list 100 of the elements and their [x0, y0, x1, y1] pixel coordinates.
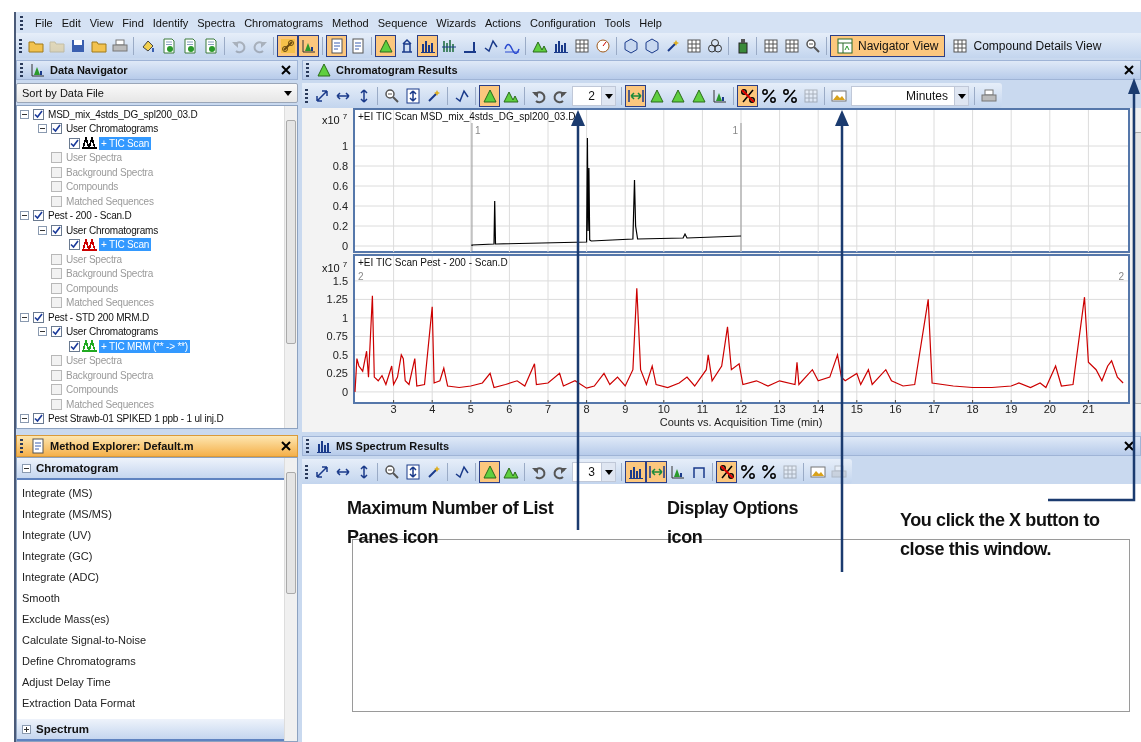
no-percent-button[interactable]	[737, 84, 758, 107]
peak-icon	[690, 87, 707, 104]
checkbox[interactable]	[33, 413, 44, 425]
checkbox[interactable]	[33, 210, 44, 222]
scrollbar-thumb[interactable]	[286, 120, 296, 344]
peak-button[interactable]	[479, 84, 500, 107]
grip-handle[interactable]	[305, 88, 308, 103]
explorer-item[interactable]: Integrate (GC)	[17, 545, 284, 566]
gauge-icon	[594, 37, 611, 54]
explorer-item[interactable]: Define Chromatograms	[17, 650, 284, 671]
menu-item[interactable]: Spectra	[197, 16, 236, 29]
scrollbar-thumb[interactable]	[286, 472, 296, 594]
menu-item[interactable]: Actions	[485, 16, 522, 29]
menu-item[interactable]: Wizards	[436, 16, 476, 29]
peak-button[interactable]	[375, 34, 396, 57]
grip-handle[interactable]	[19, 38, 22, 53]
explorer-item[interactable]: Exclude Mass(es)	[17, 608, 284, 629]
page-badge-icon	[202, 37, 219, 54]
explorer-item[interactable]: Adjust Delay Time	[17, 671, 284, 692]
close-icon[interactable]	[1124, 65, 1134, 75]
bars-button[interactable]	[417, 34, 438, 57]
scrollbar[interactable]	[284, 106, 297, 428]
explorer-item[interactable]: Integrate (MS)	[17, 482, 284, 503]
checkbox[interactable]	[69, 137, 80, 149]
scrollbar-thumb[interactable]	[1134, 132, 1141, 404]
menu-item[interactable]: Configuration	[530, 16, 596, 29]
checkbox[interactable]	[51, 326, 62, 338]
grip-handle[interactable]	[20, 15, 23, 30]
tree-item[interactable]: User Chromatograms	[64, 223, 160, 237]
tree-item[interactable]: Pest - STD 200 MRM.D	[46, 310, 152, 324]
menu-item[interactable]: Tools	[604, 16, 631, 29]
chart-button[interactable]	[298, 34, 319, 57]
collapse-icon[interactable]	[38, 327, 47, 337]
scrollbar[interactable]	[284, 458, 297, 741]
close-icon[interactable]	[1124, 441, 1134, 451]
menu-item[interactable]: View	[89, 16, 114, 29]
grip-handle[interactable]	[306, 63, 309, 77]
explorer-item[interactable]: Extraction Data Format	[17, 692, 284, 713]
fit-h-button[interactable]	[625, 84, 646, 107]
checkbox[interactable]	[69, 340, 80, 352]
menu-item[interactable]: Sequence	[377, 16, 428, 29]
tree-item[interactable]: User Chromatograms	[64, 325, 160, 339]
checkbox[interactable]	[69, 239, 80, 251]
fit-h-icon	[627, 87, 644, 104]
checkbox[interactable]	[33, 108, 44, 120]
collapse-icon[interactable]	[20, 312, 29, 322]
plot-title: +EI TIC Scan Pest - 200 - Scan.D	[358, 257, 508, 268]
axis-tick-label: 1	[341, 140, 348, 152]
collapse-icon[interactable]	[38, 124, 47, 134]
axis-tick-label: 17	[927, 403, 941, 415]
menu-item[interactable]: Method	[332, 16, 369, 29]
axis-tick-label: 0	[341, 240, 348, 252]
axis-tick-label: 20	[1043, 403, 1056, 415]
grip-handle[interactable]	[20, 63, 23, 77]
dropdown[interactable]: Minutes	[851, 85, 969, 106]
checkbox[interactable]	[33, 311, 44, 323]
link-button[interactable]	[277, 34, 298, 57]
tree-item[interactable]: MSD_mix_4stds_DG_spl200_03.D	[46, 107, 200, 121]
menu-item[interactable]: Chromatograms	[244, 16, 323, 29]
grip-handle[interactable]	[305, 464, 308, 479]
peak-button[interactable]	[479, 460, 500, 483]
menu-item[interactable]: Help	[639, 16, 662, 29]
checkbox[interactable]	[51, 224, 62, 236]
document-button[interactable]	[326, 34, 347, 57]
checkbox[interactable]	[51, 123, 62, 135]
close-icon[interactable]	[281, 65, 291, 75]
collapse-icon[interactable]	[20, 109, 29, 119]
menu-item[interactable]: Find	[122, 16, 144, 29]
tree-item[interactable]: Pest - 200 - Scan.D	[46, 209, 134, 223]
view-button[interactable]: Compound Details View	[945, 34, 1109, 57]
explorer-item[interactable]: Smooth	[17, 587, 284, 608]
collapse-icon[interactable]	[20, 414, 29, 424]
pane-title: MS Spectrum Results	[336, 440, 450, 452]
dropdown[interactable]: 3	[572, 461, 616, 482]
view-button[interactable]: Navigator View	[830, 34, 946, 57]
axis-tick-label: 1.5	[332, 274, 348, 287]
menu-item[interactable]: Identify	[152, 16, 189, 29]
close-icon[interactable]	[281, 441, 291, 451]
grip-handle[interactable]	[306, 439, 309, 453]
section-header[interactable]: Spectrum	[17, 719, 284, 741]
dropdown[interactable]: 2	[572, 85, 616, 106]
section-header[interactable]: Chromatogram	[17, 458, 284, 480]
collapse-icon[interactable]	[38, 225, 47, 235]
bars-button[interactable]	[625, 460, 646, 483]
fit-h-button[interactable]	[646, 460, 667, 483]
caret-icon	[957, 91, 966, 100]
explorer-item[interactable]: Integrate (MS/MS)	[17, 503, 284, 524]
no-percent-button[interactable]	[716, 460, 737, 483]
explorer-item[interactable]: Integrate (ADC)	[17, 566, 284, 587]
sort-dropdown[interactable]: Sort by Data File	[16, 83, 298, 103]
tree-item[interactable]: User Chromatograms	[64, 122, 160, 136]
explorer-item[interactable]: Calculate Signal-to-Noise	[17, 629, 284, 650]
explorer-item[interactable]: Integrate (UV)	[17, 524, 284, 545]
percent-icon	[760, 463, 777, 480]
callout-text: Maximum Number of List Panes icon	[347, 497, 555, 549]
grip-handle[interactable]	[20, 439, 23, 453]
tree-item[interactable]: Pest Strawb-01 SPIKED 1 ppb - 1 ul inj.D	[46, 412, 226, 426]
collapse-icon[interactable]	[20, 211, 29, 221]
menu-item[interactable]: Edit	[61, 16, 81, 29]
menu-item[interactable]: File	[35, 16, 53, 29]
